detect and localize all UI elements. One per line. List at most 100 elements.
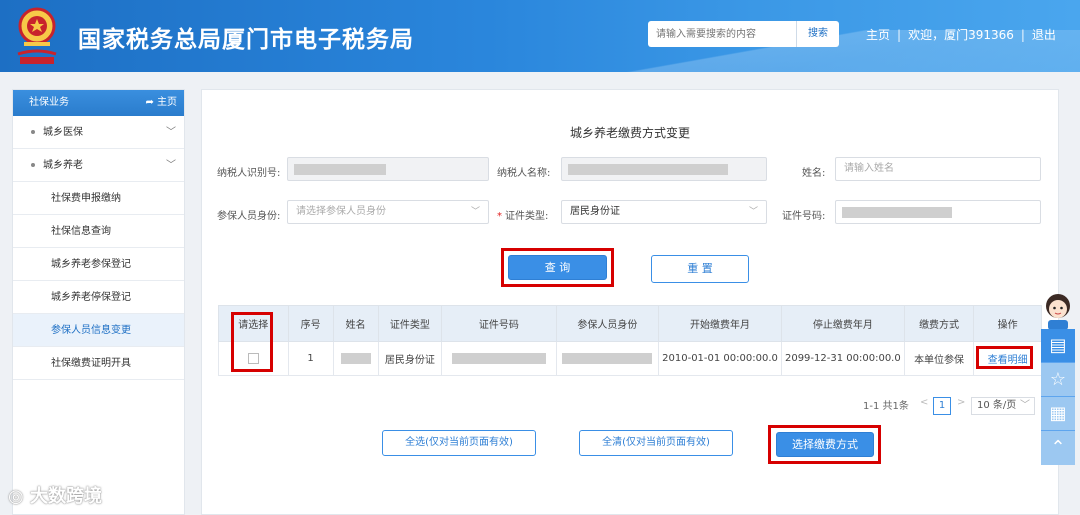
current-page-button[interactable]: 1 xyxy=(933,397,951,415)
choose-payment-method-button[interactable]: 选择缴费方式 xyxy=(776,432,874,457)
row-end-date: 2099-12-31 00:00:00.0 xyxy=(780,341,905,376)
column-header: 开始缴费年月 xyxy=(658,305,782,342)
sidebar-item-declare-payment[interactable]: 社保费申报缴纳 xyxy=(13,182,184,215)
redacted-value xyxy=(562,352,653,364)
sidebar-group-label: 城乡医保 xyxy=(43,127,83,138)
id-type-select[interactable]: 居民身份证 ﹀ xyxy=(561,200,767,224)
redacted-value xyxy=(451,352,546,364)
redacted-value xyxy=(294,164,386,175)
app-header: 国家税务总局厦门市电子税务局 搜索 主页 | 欢迎，厦门391366 | 退出 xyxy=(0,0,1080,72)
back-arrow-icon: ➦ xyxy=(145,97,157,108)
assistant-avatar-icon[interactable] xyxy=(1040,290,1076,330)
taxpayer-name-label: 纳税人名称: xyxy=(497,168,551,179)
sidebar: 社保业务 ➦ 主页 城乡医保 ﹀ 城乡养老 ﹀ 社保费申报缴纳 社保信息查询 城… xyxy=(12,89,185,515)
sidebar-home-label: 主页 xyxy=(157,97,177,108)
taxpayer-id-label: 纳税人识别号: xyxy=(217,168,281,179)
redacted-value xyxy=(568,164,728,175)
watermark-icon: ◎ xyxy=(8,486,30,507)
sidebar-item-pension-stop[interactable]: 城乡养老停保登记 xyxy=(13,281,184,314)
page-title: 城乡养老缴费方式变更 xyxy=(569,126,690,140)
identity-select[interactable]: 请选择参保人员身份 ﹀ xyxy=(287,200,489,224)
name-input[interactable]: 请输入姓名 xyxy=(835,157,1041,181)
identity-placeholder: 请选择参保人员身份 xyxy=(296,206,386,217)
page-size-select[interactable]: 10 条/页 ﹀ xyxy=(971,397,1035,415)
chevron-down-icon: ﹀ xyxy=(1020,400,1030,411)
watermark-text: 大数跨境 xyxy=(29,486,102,507)
nav-separator: | xyxy=(897,28,902,42)
search-input[interactable] xyxy=(648,21,796,47)
row-name xyxy=(332,341,379,376)
row-index: 1 xyxy=(287,341,334,376)
id-type-label-text: 证件类型: xyxy=(505,211,549,222)
taxpayer-name-field xyxy=(561,157,767,181)
required-mark: * xyxy=(497,211,502,222)
scroll-top-icon[interactable]: ⌃ xyxy=(1041,431,1075,465)
nav-home-link[interactable]: 主页 xyxy=(866,26,890,43)
highlight-box xyxy=(976,346,1033,369)
site-title: 国家税务总局厦门市电子税务局 xyxy=(78,27,414,53)
name-label: 姓名: xyxy=(802,168,826,179)
sidebar-group-urban-rural-medical[interactable]: 城乡医保 ﹀ xyxy=(13,116,184,149)
float-toolbar: ☆ ▦ ⌃ xyxy=(1041,363,1075,465)
taxpayer-id-field xyxy=(287,157,489,181)
reset-button[interactable]: 重 置 xyxy=(651,255,749,283)
sidebar-item-insured-info-change[interactable]: 参保人员信息变更 xyxy=(13,314,184,347)
table-header-row: 请选择 序号 姓名 证件类型 证件号码 参保人员身份 开始缴费年月 停止缴费年月… xyxy=(218,305,1042,342)
main-panel: 城乡养老缴费方式变更 纳税人识别号: 纳税人名称: 姓名: 请输入姓名 参保人员… xyxy=(201,89,1059,515)
page-size-value: 10 条/页 xyxy=(977,400,1017,411)
clear-all-button[interactable]: 全清(仅对当前页面有效) xyxy=(579,430,733,456)
welcome-text: 欢迎，厦门391366 xyxy=(908,28,1014,42)
chevron-down-icon: ﹀ xyxy=(166,160,176,171)
chevron-down-icon: ﹀ xyxy=(166,127,176,138)
watermark-logo: ◎ 大数跨境 xyxy=(8,482,102,508)
table-row: 1 居民身份证 2010-01-01 00:00:00.0 2099-12-31… xyxy=(218,341,1042,376)
tax-emblem-logo xyxy=(17,7,57,64)
column-header: 参保人员身份 xyxy=(555,305,660,342)
nav-separator: | xyxy=(1020,28,1025,42)
results-table: 请选择 序号 姓名 证件类型 证件号码 参保人员身份 开始缴费年月 停止缴费年月… xyxy=(218,305,1042,376)
sidebar-header: 社保业务 ➦ 主页 xyxy=(13,90,184,116)
sidebar-title: 社保业务 xyxy=(29,97,69,108)
row-id-number xyxy=(441,341,557,376)
row-method: 本单位参保 xyxy=(903,341,975,376)
sidebar-item-payment-certificate[interactable]: 社保缴费证明开具 xyxy=(13,347,184,380)
bullet-icon xyxy=(31,130,35,134)
id-type-value: 居民身份证 xyxy=(570,206,620,217)
column-header: 操作 xyxy=(973,305,1042,342)
prev-page-icon[interactable]: < xyxy=(920,397,928,408)
column-header: 证件号码 xyxy=(441,305,557,342)
sidebar-home-link[interactable]: ➦ 主页 xyxy=(145,90,177,116)
bullet-icon xyxy=(31,163,35,167)
id-number-label: 证件号码: xyxy=(782,211,826,222)
row-start-date: 2010-01-01 00:00:00.0 xyxy=(658,341,782,376)
next-page-icon[interactable]: > xyxy=(957,397,965,408)
document-search-icon[interactable]: ▤ xyxy=(1041,329,1075,363)
redacted-value xyxy=(340,352,371,364)
sidebar-group-urban-rural-pension[interactable]: 城乡养老 ﹀ xyxy=(13,149,184,182)
column-header: 停止缴费年月 xyxy=(780,305,905,342)
id-type-label: * 证件类型: xyxy=(497,207,548,222)
row-identity xyxy=(555,341,660,376)
select-all-button[interactable]: 全选(仅对当前页面有效) xyxy=(382,430,536,456)
search-button[interactable]: 搜索 xyxy=(796,21,839,47)
top-nav: 主页 | 欢迎，厦门391366 | 退出 xyxy=(866,26,1056,43)
column-header: 证件类型 xyxy=(377,305,443,342)
id-number-input[interactable] xyxy=(835,200,1041,224)
pagination-summary: 1-1 共1条 xyxy=(863,401,909,412)
identity-label: 参保人员身份: xyxy=(217,211,281,222)
star-icon[interactable]: ☆ xyxy=(1041,363,1075,397)
sidebar-item-pension-register[interactable]: 城乡养老参保登记 xyxy=(13,248,184,281)
logout-link[interactable]: 退出 xyxy=(1032,26,1056,43)
calculator-icon[interactable]: ▦ xyxy=(1041,397,1075,431)
column-header: 缴费方式 xyxy=(903,305,975,342)
highlight-box xyxy=(231,312,273,372)
float-toolbar-top: ▤ xyxy=(1041,329,1075,363)
column-header: 姓名 xyxy=(332,305,379,342)
sidebar-item-info-query[interactable]: 社保信息查询 xyxy=(13,215,184,248)
column-header: 序号 xyxy=(287,305,334,342)
query-button[interactable]: 查 询 xyxy=(508,255,607,280)
chevron-down-icon: ﹀ xyxy=(748,207,758,217)
row-id-type: 居民身份证 xyxy=(377,341,443,376)
redacted-value xyxy=(842,207,952,218)
chevron-down-icon: ﹀ xyxy=(470,207,480,217)
